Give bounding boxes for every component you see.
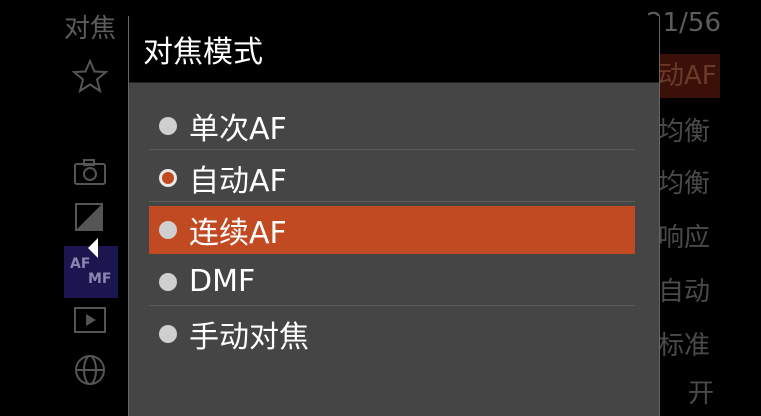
background-menu-title: 对焦 <box>64 14 117 44</box>
globe-icon[interactable] <box>70 350 110 390</box>
radio-icon <box>159 221 177 239</box>
radio-icon <box>159 325 177 343</box>
option-label: 单次AF <box>189 111 287 147</box>
left-arrow-icon <box>88 238 98 258</box>
background-values-column: 动AF 均衡 均衡 响应 自动 标准 开 <box>658 0 761 409</box>
radio-checked-icon <box>159 168 177 187</box>
option-label: 连续AF <box>189 216 287 251</box>
dialog-title: 对焦模式 <box>143 35 263 70</box>
background-value: 自动 <box>658 277 711 307</box>
exposure-icon[interactable] <box>70 198 110 238</box>
background-value: 标准 <box>658 331 711 361</box>
background-value: 均衡 <box>658 169 711 199</box>
option-label: DMF <box>189 264 256 299</box>
star-icon[interactable] <box>70 56 110 96</box>
camera-icon[interactable] <box>70 152 110 192</box>
radio-icon <box>159 272 177 291</box>
background-value: 动AF <box>658 54 720 98</box>
focus-mode-dialog: 对焦模式 单次AF 自动AF 连续AF DMF 手动对焦 <box>128 16 660 416</box>
option-continuous-af[interactable]: 连续AF <box>149 206 635 254</box>
background-value: 响应 <box>658 223 711 253</box>
background-value: 开 <box>688 379 715 409</box>
option-label: 自动AF <box>189 163 287 199</box>
option-single-af[interactable]: 单次AF <box>149 102 635 150</box>
playback-icon[interactable] <box>70 300 110 340</box>
radio-icon <box>159 116 177 135</box>
dialog-header: 对焦模式 <box>129 16 659 83</box>
background-value: 均衡 <box>658 117 711 147</box>
option-dmf[interactable]: DMF <box>149 258 635 306</box>
option-manual-focus[interactable]: 手动对焦 <box>149 310 635 358</box>
option-auto-af[interactable]: 自动AF <box>149 154 635 202</box>
option-label: 手动对焦 <box>189 320 309 355</box>
